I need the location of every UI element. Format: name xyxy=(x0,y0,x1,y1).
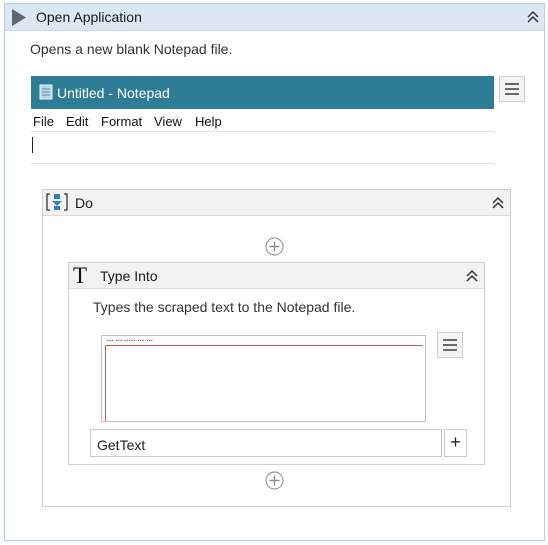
type-into-menu-button[interactable] xyxy=(437,332,463,358)
text-input[interactable] xyxy=(90,429,442,457)
type-into-icon: T xyxy=(73,263,88,288)
open-application-header[interactable]: Open Application xyxy=(5,4,544,31)
notepad-icon xyxy=(39,84,53,100)
target-selection-outline-left xyxy=(105,345,106,421)
hamburger-icon xyxy=(505,83,519,85)
target-preview-menubar: ▪▪▪ ▪▪▪ ▪▪▪▪▪ ▪▪▪ ▪▪▪ xyxy=(107,338,154,344)
add-variable-button[interactable]: + xyxy=(444,429,467,457)
add-activity-icon[interactable] xyxy=(265,471,284,490)
type-into-description: Types the scraped text to the Notepad fi… xyxy=(93,299,356,315)
play-icon xyxy=(12,9,26,26)
open-application-title: Open Application xyxy=(36,9,142,25)
do-sequence-header[interactable]: Do xyxy=(43,190,510,216)
notepad-titlebar: Untitled - Notepad xyxy=(31,76,494,109)
notepad-screenshot-preview[interactable]: Untitled - Notepad File Edit Format View… xyxy=(31,76,494,164)
sequence-icon xyxy=(46,193,68,211)
open-application-description: Opens a new blank Notepad file. xyxy=(30,41,233,57)
add-activity-icon[interactable] xyxy=(265,237,284,256)
type-into-header[interactable]: T Type Into xyxy=(69,263,484,289)
notepad-menu-format: Format xyxy=(101,114,143,129)
target-selection-outline xyxy=(105,345,423,346)
hamburger-icon-line xyxy=(443,349,457,351)
open-application-menu-button[interactable] xyxy=(499,76,525,102)
open-application-activity[interactable]: Open Application Opens a new blank Notep… xyxy=(4,3,545,541)
notepad-menu-file: File xyxy=(33,114,54,129)
notepad-menu-help: Help xyxy=(195,114,222,129)
notepad-menubar: File Edit Format View Help xyxy=(31,112,494,132)
type-into-title: Type Into xyxy=(100,268,158,284)
do-sequence-title: Do xyxy=(75,195,93,211)
target-element-preview[interactable]: ▪▪▪ ▪▪▪ ▪▪▪▪▪ ▪▪▪ ▪▪▪ xyxy=(101,335,426,422)
collapse-icon[interactable] xyxy=(526,10,540,24)
notepad-menu-view: View xyxy=(154,114,182,129)
hamburger-icon-line xyxy=(505,88,519,90)
collapse-icon[interactable] xyxy=(465,269,479,283)
hamburger-icon-line xyxy=(505,93,519,95)
collapse-icon[interactable] xyxy=(491,196,505,210)
notepad-menu-edit: Edit xyxy=(66,114,89,129)
hamburger-icon xyxy=(443,339,457,341)
notepad-divider xyxy=(31,163,494,164)
notepad-window-title: Untitled - Notepad xyxy=(57,85,170,101)
notepad-text-caret xyxy=(32,137,33,153)
hamburger-icon-line xyxy=(443,344,457,346)
